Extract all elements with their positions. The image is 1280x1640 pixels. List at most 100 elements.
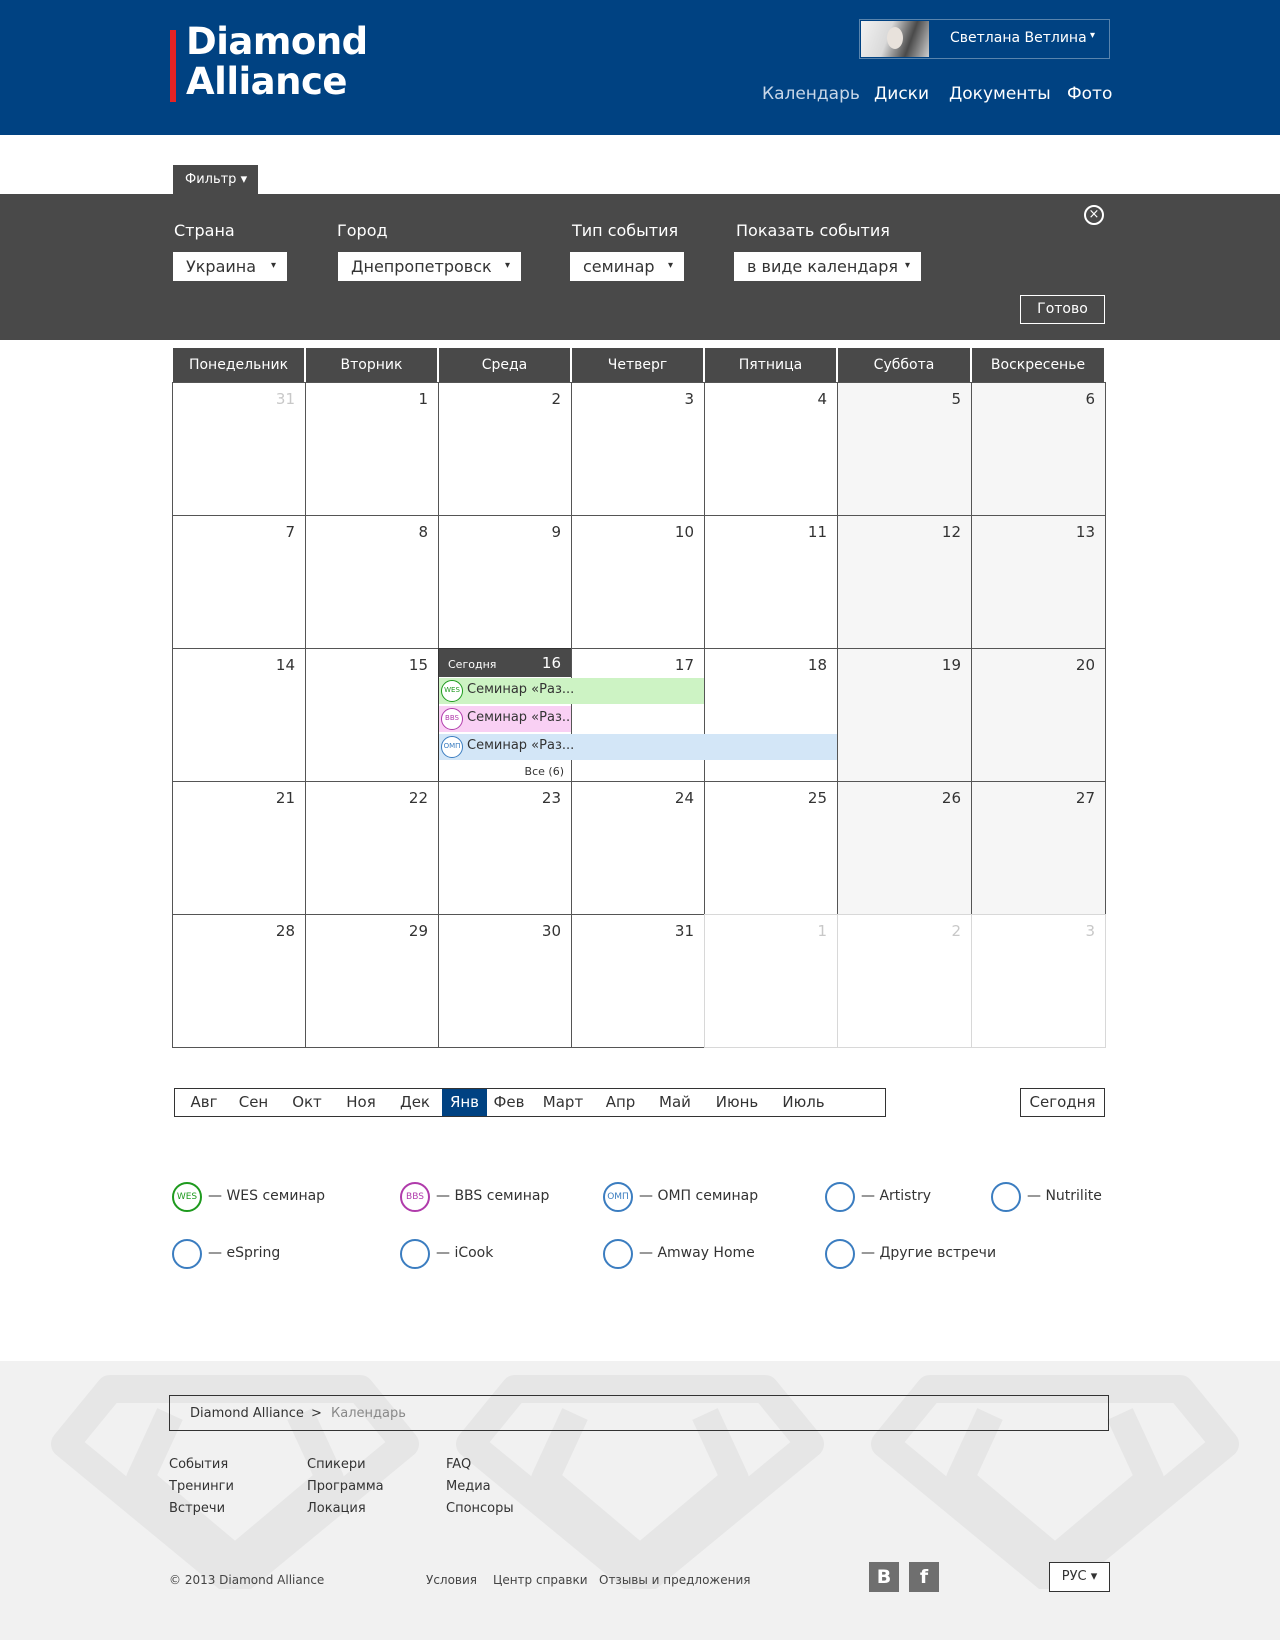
calendar-day[interactable]: 18 — [704, 648, 838, 782]
calendar-day[interactable]: 23 — [438, 781, 572, 915]
day-number: 1 — [418, 390, 428, 408]
nav-disks[interactable]: Диски — [874, 84, 929, 104]
footer-link-events[interactable]: События — [169, 1457, 228, 1472]
footer-link-sponsors[interactable]: Спонсоры — [446, 1501, 514, 1516]
calendar-day[interactable]: 1 — [704, 914, 838, 1048]
calendar-day[interactable]: 9 — [438, 515, 572, 649]
day-number: 22 — [408, 789, 428, 807]
calendar-day[interactable]: 11 — [704, 515, 838, 649]
month-10[interactable]: Май — [646, 1089, 704, 1116]
user-menu[interactable]: Светлана Ветлина ▾ — [859, 19, 1110, 59]
calendar-day[interactable]: 13 — [971, 515, 1106, 649]
calendar-day[interactable]: 8 — [305, 515, 439, 649]
event-title: Семинар «Раз... — [467, 682, 575, 697]
day-number: 8 — [418, 523, 428, 541]
calendar-day[interactable]: 19 — [837, 648, 972, 782]
event-type-select[interactable]: семинар ▾ — [570, 252, 684, 281]
month-1[interactable]: Авг — [181, 1089, 227, 1116]
nav-calendar[interactable]: Календарь — [762, 84, 860, 104]
footer-link-trainings[interactable]: Тренинги — [169, 1479, 234, 1494]
close-icon[interactable]: × — [1084, 205, 1104, 225]
day-number: 24 — [674, 789, 694, 807]
footer-link-faq[interactable]: FAQ — [446, 1457, 471, 1472]
today-button[interactable]: Сегодня — [1020, 1088, 1105, 1117]
calendar-day[interactable]: 3 — [571, 382, 705, 516]
filter-toggle[interactable]: Фильтр ▾ — [173, 165, 258, 194]
calendar-event[interactable]: BBS Семинар «Раз... — [439, 706, 571, 732]
calendar-day[interactable]: 4 — [704, 382, 838, 516]
breadcrumb-home[interactable]: Diamond Alliance — [190, 1406, 304, 1421]
city-label: Город — [337, 221, 388, 240]
calendar-day[interactable]: 14 — [172, 648, 306, 782]
month-12[interactable]: Июль — [770, 1089, 837, 1116]
calendar-day[interactable]: 10 — [571, 515, 705, 649]
footer-link-terms[interactable]: Условия — [426, 1573, 477, 1587]
city-select[interactable]: Днепропетровск ▾ — [338, 252, 521, 281]
day-number: 21 — [275, 789, 295, 807]
all-events-link[interactable]: Все (6) — [525, 765, 564, 778]
day-number: 26 — [941, 789, 961, 807]
country-select[interactable]: Украина ▾ — [173, 252, 287, 281]
footer-link-program[interactable]: Программа — [307, 1479, 384, 1494]
calendar-day[interactable]: 15 — [305, 648, 439, 782]
calendar-day[interactable]: 1 — [305, 382, 439, 516]
footer-link-speakers[interactable]: Спикери — [307, 1457, 366, 1472]
calendar-day[interactable]: 26 — [837, 781, 972, 915]
nav-documents[interactable]: Документы — [949, 84, 1051, 104]
calendar-day[interactable]: 5 — [837, 382, 972, 516]
chevron-down-icon: ▾ — [667, 260, 673, 271]
calendar-day[interactable]: 2 — [837, 914, 972, 1048]
vk-icon[interactable]: B — [869, 1562, 899, 1592]
day-number: 29 — [408, 922, 428, 940]
day-number: 7 — [285, 523, 295, 541]
language-select[interactable]: РУС ▾ — [1049, 1562, 1110, 1592]
calendar-day[interactable]: 21 — [172, 781, 306, 915]
calendar-day[interactable]: 31 — [571, 914, 705, 1048]
calendar-day[interactable]: 6 — [971, 382, 1106, 516]
done-button[interactable]: Готово — [1020, 295, 1105, 324]
calendar-day[interactable]: 7 — [172, 515, 306, 649]
month-11[interactable]: Июнь — [704, 1089, 770, 1116]
month-3[interactable]: Окт — [280, 1089, 334, 1116]
footer-link-location[interactable]: Локация — [307, 1501, 366, 1516]
calendar-day[interactable]: 28 — [172, 914, 306, 1048]
calendar-event[interactable]: WES Семинар «Раз... — [439, 678, 704, 704]
legend-badge-icon — [603, 1239, 633, 1269]
show-events-select[interactable]: в виде календаря ▾ — [734, 252, 921, 281]
calendar-event[interactable]: ОМП Семинар «Раз... — [439, 734, 837, 760]
calendar-day[interactable]: 24 — [571, 781, 705, 915]
calendar-day[interactable]: 12 — [837, 515, 972, 649]
month-4[interactable]: Ноя — [334, 1089, 388, 1116]
day-number: 17 — [674, 656, 694, 674]
month-9[interactable]: Апр — [595, 1089, 646, 1116]
nav-photo[interactable]: Фото — [1067, 84, 1112, 104]
calendar-day[interactable]: 25 — [704, 781, 838, 915]
month-2[interactable]: Сен — [227, 1089, 280, 1116]
month-7[interactable]: Фев — [487, 1089, 531, 1116]
country-label: Страна — [174, 221, 235, 240]
calendar-day[interactable]: 2 — [438, 382, 572, 516]
day-number: 2 — [551, 390, 561, 408]
avatar-face — [887, 27, 903, 49]
month-8[interactable]: Март — [531, 1089, 595, 1116]
calendar-day[interactable]: 29 — [305, 914, 439, 1048]
facebook-icon[interactable]: f — [909, 1562, 939, 1592]
footer-link-media[interactable]: Медиа — [446, 1479, 491, 1494]
footer-link-feedback[interactable]: Отзывы и предложения — [599, 1573, 750, 1587]
avatar — [861, 21, 929, 57]
legend-badge-icon — [172, 1239, 202, 1269]
calendar-day[interactable]: 30 — [438, 914, 572, 1048]
calendar-day[interactable]: 17 — [571, 648, 705, 782]
day-number: 30 — [541, 922, 561, 940]
month-5[interactable]: Дек — [388, 1089, 442, 1116]
breadcrumb-separator: > — [311, 1406, 322, 1421]
calendar-day[interactable]: 3 — [971, 914, 1106, 1048]
calendar-day[interactable]: 31 — [172, 382, 306, 516]
month-6[interactable]: Янв — [442, 1089, 487, 1116]
calendar-day[interactable]: 20 — [971, 648, 1106, 782]
footer-link-meetings[interactable]: Встречи — [169, 1501, 225, 1516]
calendar-day[interactable]: 27 — [971, 781, 1106, 915]
footer-link-help[interactable]: Центр справки — [493, 1573, 588, 1587]
day-number: 20 — [1075, 656, 1095, 674]
calendar-day[interactable]: 22 — [305, 781, 439, 915]
